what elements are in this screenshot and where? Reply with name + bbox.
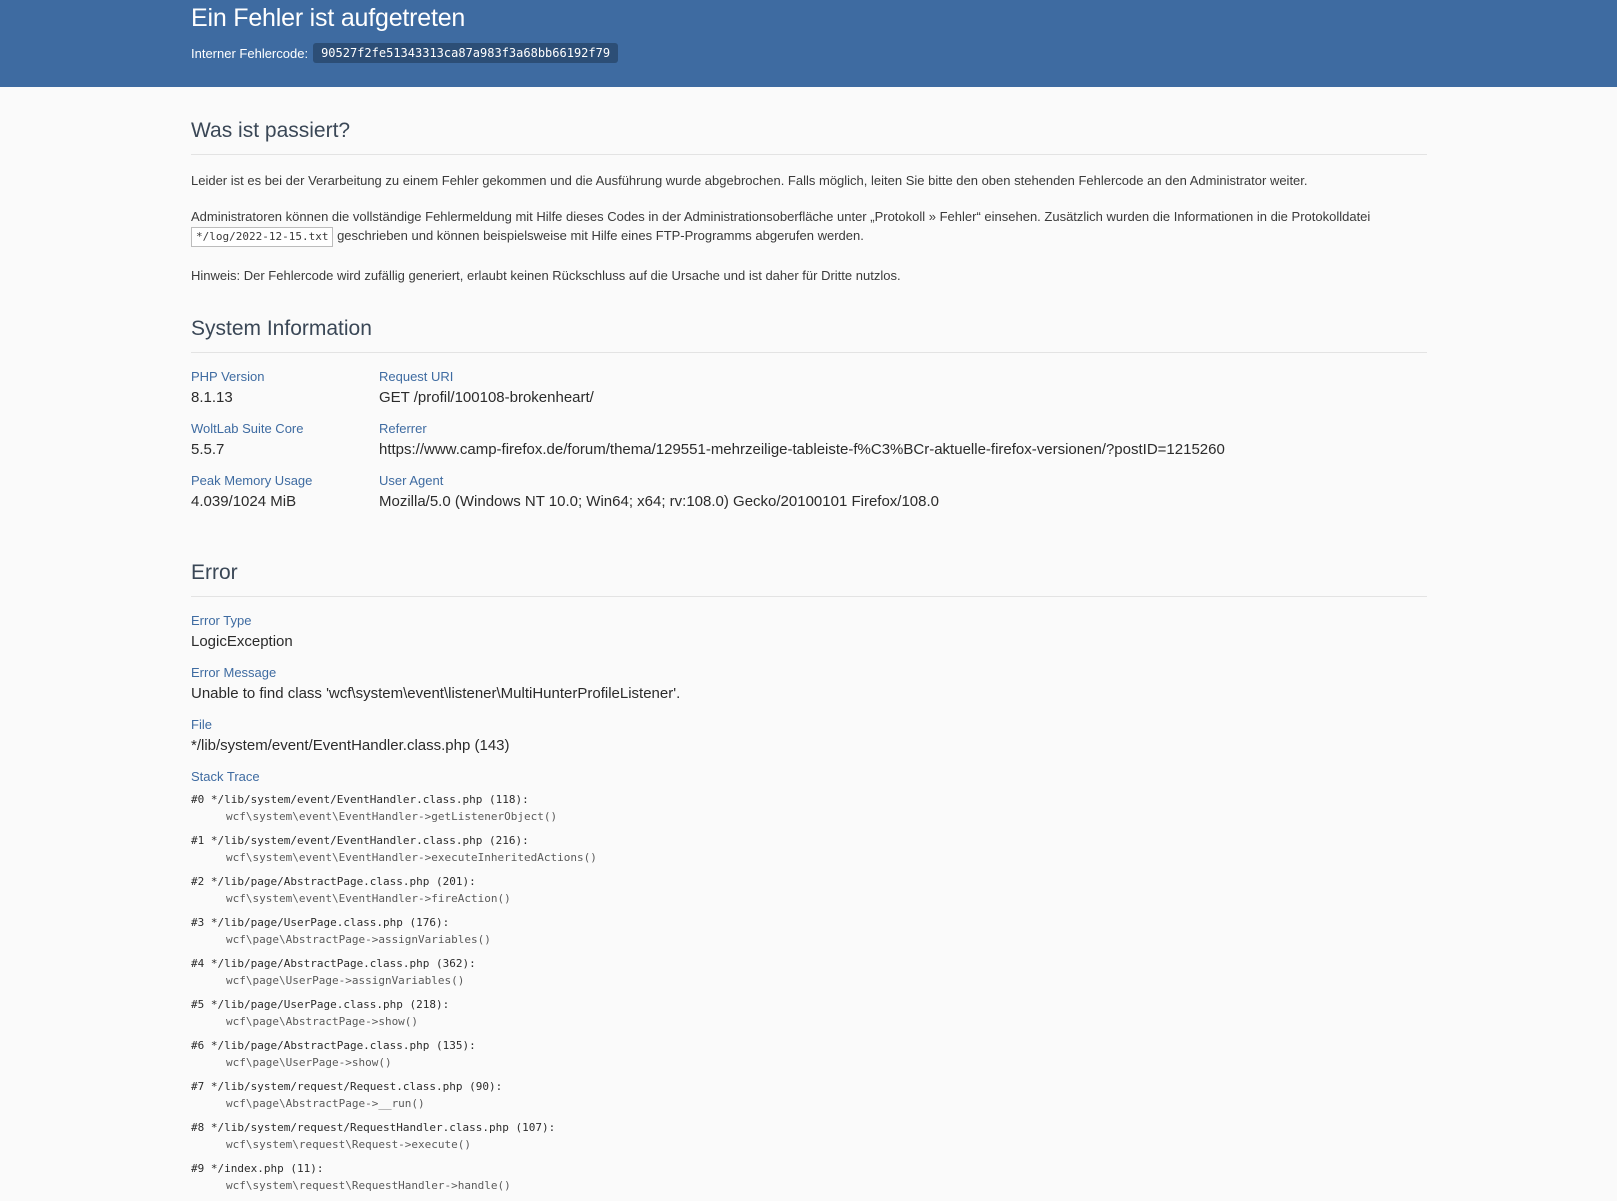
field-php-version: PHP Version 8.1.13 (191, 367, 379, 419)
field-value: 4.039/1024 MiB (191, 493, 297, 510)
section-title-system-info: System Information (191, 317, 1427, 353)
system-info-grid: PHP Version 8.1.13 WoltLab Suite Core 5.… (191, 367, 1427, 523)
field-stack-trace: Stack Trace #0 */lib/system/event/EventH… (191, 767, 1427, 1201)
error-section: Error Error Type LogicException Error Me… (191, 561, 1427, 1201)
stack-frame-location: #2 */lib/page/AbstractPage.class.php (20… (191, 875, 476, 888)
admin-text-before: Administratoren können die vollständige … (191, 209, 1371, 224)
stack-frame-location: #4 */lib/page/AbstractPage.class.php (36… (191, 957, 476, 970)
field-label: Stack Trace (191, 769, 260, 784)
field-peak-memory: Peak Memory Usage 4.039/1024 MiB (191, 471, 379, 523)
stack-frame-call: wcf\page\UserPage->show() (226, 1056, 392, 1069)
stack-frame-call: wcf\page\AbstractPage->show() (226, 1015, 419, 1028)
field-label: User Agent (379, 473, 444, 488)
field-label: Peak Memory Usage (191, 473, 313, 488)
stack-frame: #1 */lib/system/event/EventHandler.class… (191, 832, 1427, 873)
field-value: Unable to find class 'wcf\system\event\l… (191, 685, 681, 702)
stack-frame-location: #5 */lib/page/UserPage.class.php (218): (191, 998, 450, 1011)
page-title: Ein Fehler ist aufgetreten (191, 4, 466, 32)
stack-frame-call: wcf\system\event\EventHandler->getListen… (226, 810, 558, 823)
stack-frame: #2 */lib/page/AbstractPage.class.php (20… (191, 873, 1427, 914)
stack-frame-call: wcf\system\event\EventHandler->executeIn… (226, 851, 597, 864)
section-title-error: Error (191, 561, 1427, 597)
stack-frame-call: wcf\system\event\EventHandler->fireActio… (226, 892, 511, 905)
field-value: GET /profil/100108-brokenheart/ (379, 389, 594, 406)
stack-frame-call: wcf\page\AbstractPage->assignVariables() (226, 933, 491, 946)
field-label: Error Type (191, 613, 252, 628)
error-header: Ein Fehler ist aufgetreten Interner Fehl… (0, 0, 1617, 87)
stack-frame: #5 */lib/page/UserPage.class.php (218): w… (191, 996, 1427, 1037)
field-label: Error Message (191, 665, 277, 680)
stack-frame-call: wcf\system\request\RequestHandler->handl… (226, 1179, 511, 1192)
hint-paragraph: Hinweis: Der Fehlercode wird zufällig ge… (191, 268, 901, 283)
stack-frame-location: #7 */lib/system/request/Request.class.ph… (191, 1080, 503, 1093)
field-referrer: Referrer https://www.camp-firefox.de/for… (379, 419, 1427, 471)
field-label: Request URI (379, 369, 454, 384)
error-fields: Error Type LogicException Error Message … (191, 611, 1427, 1201)
stack-frame: #3 */lib/page/UserPage.class.php (176): w… (191, 914, 1427, 955)
what-happened-section: Was ist passiert? Leider ist es bei der … (191, 119, 1427, 285)
stack-frame: #4 */lib/page/AbstractPage.class.php (36… (191, 955, 1427, 996)
error-code-label: Interner Fehlercode: (191, 45, 309, 61)
system-info-column-left: PHP Version 8.1.13 WoltLab Suite Core 5.… (191, 367, 379, 523)
main-content: Was ist passiert? Leider ist es bei der … (191, 119, 1427, 1201)
field-error-message: Error Message Unable to find class 'wcf\… (191, 663, 1427, 715)
field-value: LogicException (191, 633, 293, 650)
error-code-badge[interactable]: 90527f2fe51343313ca87a983f3a68bb66192f79 (313, 43, 619, 63)
stack-frame-location: #0 */lib/system/event/EventHandler.class… (191, 793, 529, 806)
explanation-paragraph: Leider ist es bei der Verarbeitung zu ei… (191, 173, 1308, 188)
field-value: 8.1.13 (191, 389, 233, 406)
admin-text-after: geschrieben und können beispielsweise mi… (333, 228, 864, 243)
field-request-uri: Request URI GET /profil/100108-brokenhea… (379, 367, 1427, 419)
stack-frame: #0 */lib/system/event/EventHandler.class… (191, 791, 1427, 832)
stack-frame-location: #3 */lib/page/UserPage.class.php (176): (191, 916, 450, 929)
field-error-type: Error Type LogicException (191, 611, 1427, 663)
stack-frame-call: wcf\system\request\Request->execute() (226, 1138, 472, 1151)
log-file-path[interactable]: */log/2022-12-15.txt (191, 227, 334, 247)
field-value: 5.5.7 (191, 441, 225, 458)
field-value: */lib/system/event/EventHandler.class.ph… (191, 737, 510, 754)
field-label: File (191, 717, 212, 732)
field-value: https://www.camp-firefox.de/forum/thema/… (379, 441, 1225, 458)
stack-frame-location: #9 */index.php (11): (191, 1162, 324, 1175)
stack-frame-location: #8 */lib/system/request/RequestHandler.c… (191, 1121, 556, 1134)
admin-paragraph: Administratoren können die vollständige … (191, 207, 1427, 247)
error-code-row: Interner Fehlercode: 90527f2fe51343313ca… (191, 43, 1617, 63)
stack-frame-location: #6 */lib/page/AbstractPage.class.php (13… (191, 1039, 476, 1052)
stack-frame: #7 */lib/system/request/Request.class.ph… (191, 1078, 1427, 1119)
stack-frame: #9 */index.php (11): wcf\system\request\R… (191, 1160, 1427, 1201)
field-value: Mozilla/5.0 (Windows NT 10.0; Win64; x64… (379, 493, 940, 510)
system-info-section: System Information PHP Version 8.1.13 Wo… (191, 317, 1427, 523)
field-error-file: File */lib/system/event/EventHandler.cla… (191, 715, 1427, 767)
field-wsc-version: WoltLab Suite Core 5.5.7 (191, 419, 379, 471)
field-label: PHP Version (191, 369, 265, 384)
stack-frame: #8 */lib/system/request/RequestHandler.c… (191, 1119, 1427, 1160)
stack-frame-call: wcf\page\UserPage->assignVariables() (226, 974, 465, 987)
field-user-agent: User Agent Mozilla/5.0 (Windows NT 10.0;… (379, 471, 1427, 523)
field-label: WoltLab Suite Core (191, 421, 304, 436)
stack-frame: #6 */lib/page/AbstractPage.class.php (13… (191, 1037, 1427, 1078)
field-label: Referrer (379, 421, 427, 436)
section-title-what-happened: Was ist passiert? (191, 119, 1427, 155)
stack-trace: #0 */lib/system/event/EventHandler.class… (191, 791, 1427, 1201)
stack-frame-location: #1 */lib/system/event/EventHandler.class… (191, 834, 529, 847)
stack-frame-call: wcf\page\AbstractPage->__run() (226, 1097, 425, 1110)
system-info-column-right: Request URI GET /profil/100108-brokenhea… (379, 367, 1427, 523)
